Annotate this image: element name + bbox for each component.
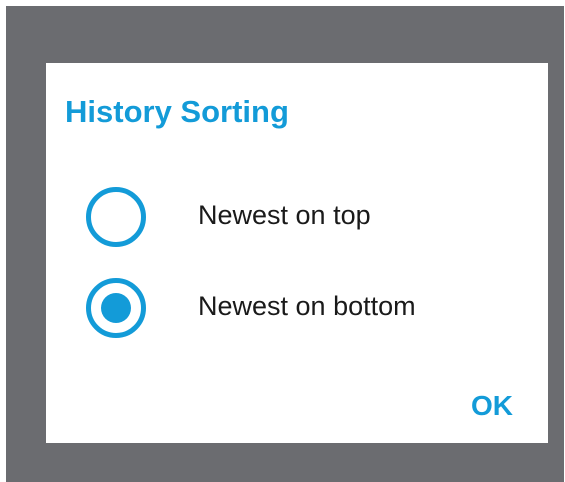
radio-selected-icon[interactable]	[86, 278, 146, 338]
dialog-title: History Sorting	[65, 94, 289, 129]
radio-unselected-icon[interactable]	[86, 187, 146, 247]
history-sorting-dialog: History Sorting Newest on top Newest on …	[46, 63, 548, 443]
newest-on-bottom-option[interactable]: Newest on bottom	[86, 278, 506, 344]
newest-on-bottom-label: Newest on bottom	[198, 291, 416, 321]
newest-on-top-option[interactable]: Newest on top	[86, 187, 506, 253]
newest-on-top-label: Newest on top	[198, 200, 371, 230]
dialog-scrim[interactable]: History Sorting Newest on top Newest on …	[6, 6, 564, 482]
ok-button[interactable]: OK	[458, 383, 526, 429]
radio-selected-dot	[101, 293, 131, 323]
